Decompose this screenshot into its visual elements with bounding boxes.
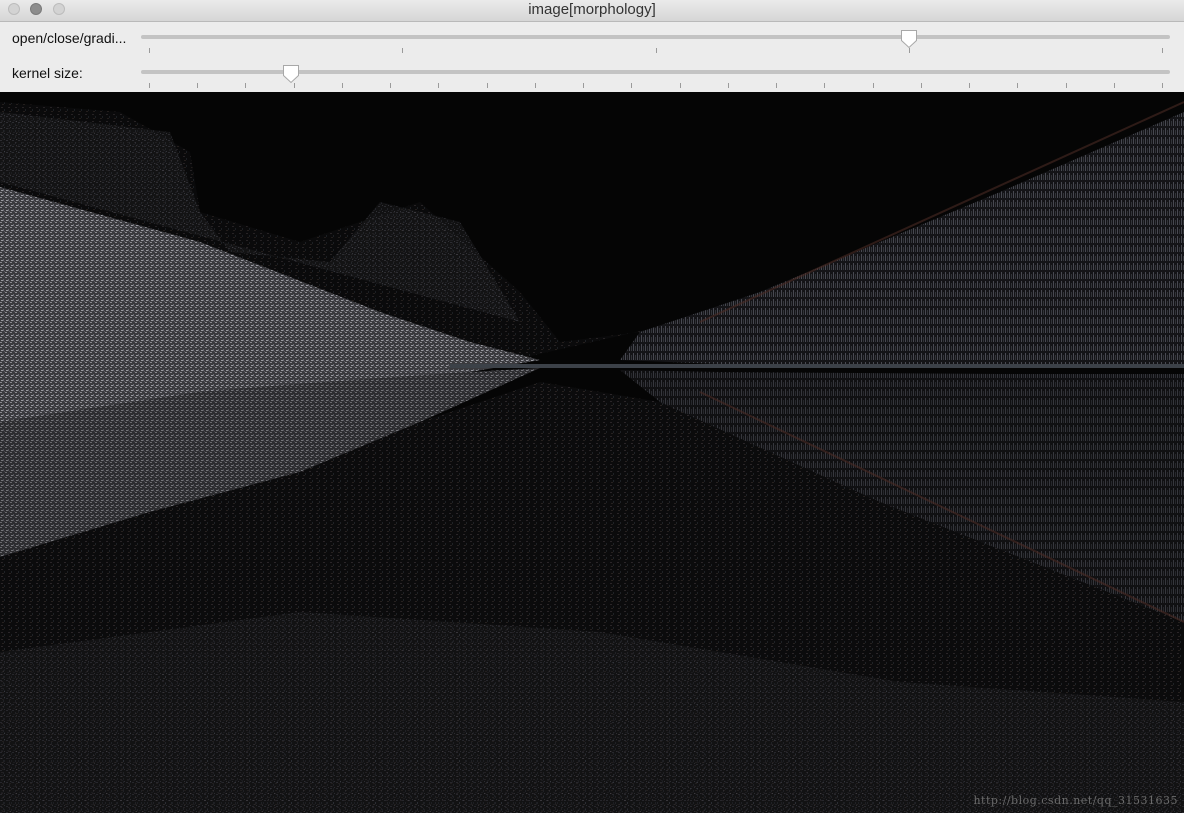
- trackbar-tick: [1065, 83, 1067, 88]
- trackbar-tick: [534, 83, 536, 88]
- trackbar-track-operation[interactable]: [141, 35, 1170, 39]
- trackbar-tick: [655, 48, 657, 53]
- title-bar: image[morphology]: [0, 0, 1184, 22]
- trackbar-tick: [727, 83, 729, 88]
- trackbar-thumb-operation[interactable]: [900, 29, 918, 49]
- trackbar-tick: [438, 83, 440, 88]
- trackbar-tick: [1017, 83, 1019, 88]
- trackbar-tick: [969, 83, 971, 88]
- trackbar-tick: [920, 83, 922, 88]
- trackbar-ticks-operation: [141, 48, 1170, 54]
- trackbar-tick: [824, 83, 826, 88]
- trackbar-tick: [631, 83, 633, 88]
- trackbar-tick: [402, 48, 404, 53]
- trackbar-tick: [390, 83, 392, 88]
- trackbar-panel: open/close/gradi... kernel size:: [0, 22, 1184, 92]
- app-window: image[morphology] open/close/gradi... ke…: [0, 0, 1184, 813]
- trackbar-label-kernel-size: kernel size:: [12, 65, 83, 81]
- trackbar-tick: [872, 83, 874, 88]
- trackbar-tick: [1162, 48, 1163, 53]
- trackbar-tick: [149, 48, 150, 53]
- morphology-image: http://blog.csdn.net/qq_31531635: [0, 92, 1184, 813]
- trackbar-tick: [679, 83, 681, 88]
- trackbar-tick: [245, 83, 247, 88]
- trackbar-tick: [1113, 83, 1115, 88]
- trackbar-tick: [776, 83, 778, 88]
- trackbar-label-operation: open/close/gradi...: [12, 30, 127, 46]
- image-canvas: [0, 92, 1184, 813]
- trackbar-tick: [1162, 83, 1163, 88]
- trackbar-tick: [149, 83, 150, 88]
- trackbar-thumb-kernel-size[interactable]: [282, 64, 300, 84]
- trackbar-tick: [583, 83, 585, 88]
- trackbar-tick: [197, 83, 199, 88]
- window-title: image[morphology]: [528, 1, 656, 18]
- trackbar-tick: [486, 83, 488, 88]
- watermark-text: http://blog.csdn.net/qq_31531635: [973, 794, 1178, 807]
- trackbar-tick: [341, 83, 343, 88]
